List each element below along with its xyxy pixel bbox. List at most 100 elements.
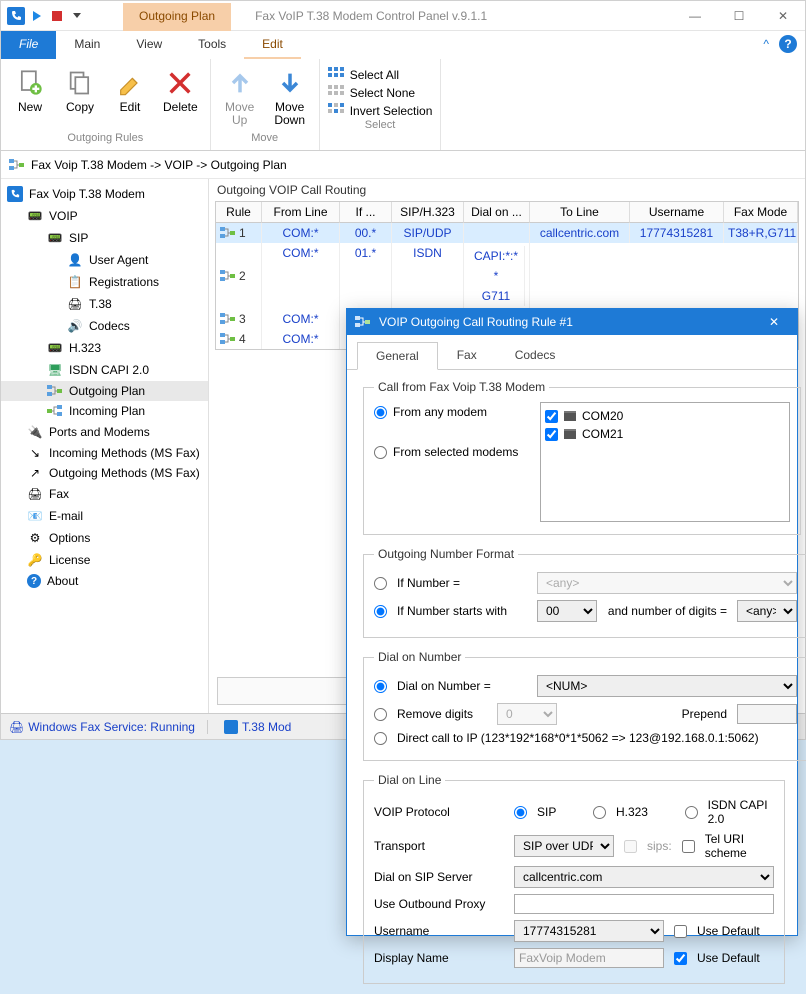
phone-icon [7,186,23,202]
modem-list[interactable]: COM20 COM21 [540,402,790,522]
tree-codecs[interactable]: 🔊Codecs [1,315,208,337]
t38-icon: 🖨 [67,296,83,312]
group-dial-number: Dial on Number Dial on Number = <NUM> Re… [363,650,806,761]
group-dial-line: Dial on Line VOIP Protocol SIP H.323 ISD… [363,773,785,984]
nav-tree[interactable]: Fax Voip T.38 Modem 📟VOIP 📟SIP 👤User Age… [1,179,209,713]
menu-edit[interactable]: Edit [244,31,301,59]
tree-root[interactable]: Fax Voip T.38 Modem [1,183,208,205]
menu-tools[interactable]: Tools [180,31,244,59]
radio-proto-isdn[interactable] [685,806,698,819]
route-icon: ↗ [27,466,43,480]
tree-t38[interactable]: 🖨T.38 [1,293,208,315]
tab-fax[interactable]: Fax [438,341,496,369]
menu-bar: File Main View Tools Edit ^ ? [1,31,805,59]
radio-proto-h323[interactable] [593,806,606,819]
tree-isdn[interactable]: 🖥ISDN CAPI 2.0 [1,359,208,381]
radio-number-equals[interactable] [374,577,387,590]
tree-outgoing-methods[interactable]: ↗Outgoing Methods (MS Fax) [1,463,208,483]
edit-button[interactable]: Edit [109,63,151,114]
check-com21[interactable] [545,428,558,441]
modem-icon [564,429,576,439]
check-tel-uri[interactable] [682,840,695,853]
radio-proto-sip[interactable] [514,806,527,819]
copy-button[interactable]: Copy [59,63,101,114]
tree-user-agent[interactable]: 👤User Agent [1,249,208,271]
route-in-icon: ↘ [27,446,43,460]
user-icon: 👤 [67,252,83,268]
tree-options[interactable]: ⚙Options [1,527,208,549]
tree-voip[interactable]: 📟VOIP [1,205,208,227]
route-icon [9,158,25,172]
tab-codecs[interactable]: Codecs [496,341,575,369]
menu-file[interactable]: File [1,31,56,59]
tree-registrations[interactable]: 📋Registrations [1,271,208,293]
select-transport[interactable]: SIP over UDP [514,835,614,857]
ribbon-collapse-icon[interactable]: ^ [753,31,779,59]
arrow-up-icon [224,67,256,99]
fax-icon: 🖨 [27,486,43,502]
play-icon[interactable] [29,8,45,24]
input-prepend [737,704,797,724]
copy-icon [64,67,96,99]
check-display-default[interactable] [674,952,687,965]
tree-about[interactable]: ?About [1,571,208,591]
radio-from-any[interactable] [374,406,387,419]
tree-fax[interactable]: 🖨Fax [1,483,208,505]
radio-dial-number[interactable] [374,680,387,693]
minimize-button[interactable]: — [673,1,717,31]
help-icon[interactable]: ? [779,35,797,53]
new-button[interactable]: New [9,63,51,114]
radio-from-selected[interactable] [374,446,387,459]
tree-sip[interactable]: 📟SIP [1,227,208,249]
ports-icon: 🔌 [27,424,43,440]
close-button[interactable]: ✕ [761,1,805,31]
tree-email[interactable]: 📧E-mail [1,505,208,527]
tree-ports[interactable]: 🔌Ports and Modems [1,421,208,443]
arrow-down-icon [274,67,306,99]
status-fax-service: 🖨Windows Fax Service: Running [9,720,208,734]
radio-direct-ip[interactable] [374,732,387,745]
dialog-close-button[interactable]: ✕ [759,315,789,329]
tree-incoming-methods[interactable]: ↘Incoming Methods (MS Fax) [1,443,208,463]
dialog-titlebar[interactable]: VOIP Outgoing Call Routing Rule #1 ✕ [347,309,797,335]
dialog-title: VOIP Outgoing Call Routing Rule #1 [379,315,573,329]
tree-incoming-plan[interactable]: Incoming Plan [1,401,208,421]
qat-dropdown-icon[interactable] [69,8,85,24]
check-com20[interactable] [545,410,558,423]
table-row[interactable]: 2COM:*01.*ISDNCAPI:*:**G711 [216,243,798,309]
select-starts-with[interactable]: 00 [537,600,597,622]
menu-main[interactable]: Main [56,31,118,59]
select-username[interactable]: 17774315281 [514,920,664,942]
tab-general[interactable]: General [357,342,438,370]
context-tab[interactable]: Outgoing Plan [123,3,231,31]
ribbon: New Copy Edit Delete Outgoing Rules [1,59,805,151]
select-all-button[interactable]: Select All [328,67,433,83]
stop-icon[interactable] [49,8,65,24]
table-heading: Outgoing VOIP Call Routing [209,179,805,201]
select-all-icon [328,67,344,83]
select-digits[interactable]: <any> [737,600,797,622]
invert-selection-button[interactable]: Invert Selection [328,103,433,119]
tree-outgoing-plan[interactable]: Outgoing Plan [1,381,208,401]
radio-number-starts[interactable] [374,605,387,618]
group-number-format: Outgoing Number Format If Number = <any>… [363,547,806,638]
move-down-button[interactable]: Move Down [269,63,311,127]
table-row[interactable]: 1COM:*00.*SIP/UDPcallcentric.com17774315… [216,223,798,243]
select-dial-number[interactable]: <NUM> [537,675,797,697]
delete-button[interactable]: Delete [159,63,202,114]
select-none-icon [328,85,344,101]
menu-view[interactable]: View [118,31,180,59]
isdn-icon: 🖥 [47,362,63,378]
input-outbound-proxy[interactable] [514,894,774,914]
window-title: Fax VoIP T.38 Modem Control Panel v.9.1.… [235,9,487,23]
tree-license[interactable]: 🔑License [1,549,208,571]
select-none-button[interactable]: Select None [328,85,433,101]
help-icon: ? [27,574,41,588]
delete-icon [164,67,196,99]
maximize-button[interactable]: ☐ [717,1,761,31]
tree-h323[interactable]: 📟H.323 [1,337,208,359]
h323-icon: 📟 [47,340,63,356]
select-sip-server[interactable]: callcentric.com [514,866,774,888]
rule-dialog: VOIP Outgoing Call Routing Rule #1 ✕ Gen… [346,308,798,936]
radio-remove-digits[interactable] [374,708,387,721]
